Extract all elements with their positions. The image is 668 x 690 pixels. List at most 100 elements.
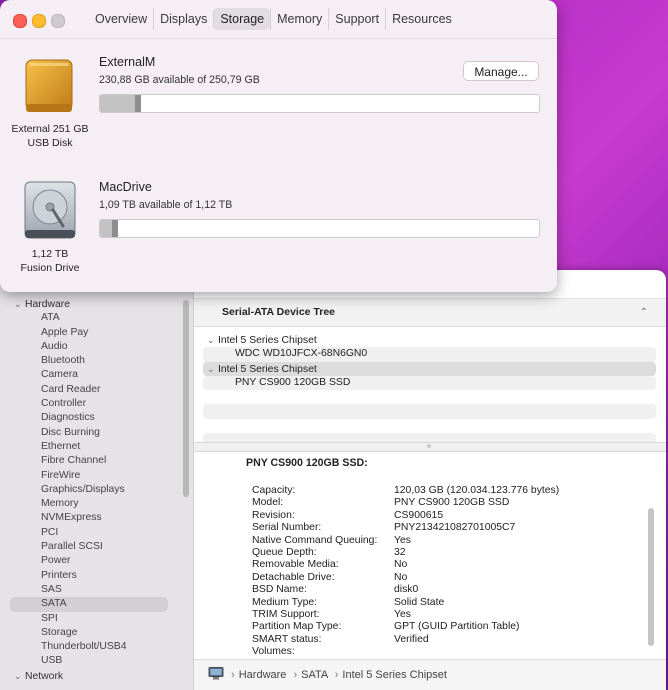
sidebar-item-fibre-channel[interactable]: Fibre Channel — [0, 454, 190, 468]
volume-caption-line2: USB Disk — [27, 137, 73, 149]
chevron-down-icon[interactable]: ⌄ — [207, 333, 218, 347]
detail-value: Solid State — [394, 596, 445, 608]
sidebar-item-audio[interactable]: Audio — [0, 340, 190, 354]
sidebar-item-nvmexpress[interactable]: NVMExpress — [0, 511, 190, 525]
detail-value: Yes — [394, 608, 411, 620]
split-handle[interactable] — [427, 444, 431, 448]
tab-support[interactable]: Support — [328, 8, 385, 30]
detail-row: Native Command Queuing: Yes — [246, 535, 646, 547]
tab-overview[interactable]: Overview — [89, 8, 153, 30]
sidebar-item-sas[interactable]: SAS — [0, 583, 190, 597]
system-information-window: ⌄ Hardware ATA Apple Pay Audio Bluetooth Camer… — [0, 270, 666, 690]
about-this-mac-window: Overview Displays Storage Memory Support Reso… — [0, 0, 557, 292]
close-button[interactable] — [13, 14, 27, 28]
sidebar-item-storage[interactable]: Storage — [0, 626, 190, 640]
path-separator: › — [231, 669, 235, 681]
volume-caption-line2: Fusion Drive — [20, 262, 80, 274]
tab-displays[interactable]: Displays — [153, 8, 213, 30]
path-chipset[interactable]: Intel 5 Series Chipset — [342, 669, 447, 681]
tree-row[interactable]: ⌄ Intel 5 Series Chipset — [203, 361, 656, 376]
tab-storage[interactable]: Storage — [213, 8, 271, 30]
detail-row: Removable Media: No — [246, 559, 646, 571]
detail-row: Revision: CS900615 — [246, 510, 646, 522]
detail-row: Medium Type: Solid State — [246, 597, 646, 609]
chevron-down-icon[interactable]: ⌄ — [14, 669, 25, 683]
device-tree-header[interactable]: Serial-ATA Device Tree ⌃ — [194, 298, 666, 327]
sidebar-item-power[interactable]: Power — [0, 554, 190, 568]
volume-available: 1,09 TB available of 1,12 TB — [99, 199, 233, 211]
sidebar-scrollbar[interactable] — [183, 300, 189, 497]
path-sata[interactable]: SATA — [301, 669, 328, 681]
sidebar-item-parallel-scsi[interactable]: Parallel SCSI — [0, 540, 190, 554]
tree-row[interactable]: ⌄ Intel 5 Series Chipset — [203, 333, 656, 347]
detail-row: SMART status: Verified — [246, 634, 646, 646]
sidebar-list: ⌄ Hardware ATA Apple Pay Audio Bluetooth Camer… — [0, 297, 190, 683]
detail-value: disk0 — [394, 584, 419, 596]
path-separator: › — [334, 669, 339, 681]
sidebar-item-sata[interactable]: SATA — [10, 597, 168, 612]
sidebar-item-ata[interactable]: ATA — [0, 311, 190, 325]
tree-row[interactable]: PNY CS900 120GB SSD — [203, 375, 656, 391]
sidebar-group-hardware[interactable]: ⌄ Hardware — [0, 297, 190, 311]
sidebar-item-disc-burning[interactable]: Disc Burning — [0, 426, 190, 440]
device-tree: ⌄ Intel 5 Series Chipset WDC WD10JFCX-68N6… — [203, 333, 656, 448]
manage-button[interactable]: Manage... — [463, 61, 539, 81]
detail-row: BSD Name: disk0 — [246, 584, 646, 596]
tab-bar: Overview Displays Storage Memory Support Reso… — [89, 8, 458, 30]
title-bar: Overview Displays Storage Memory Support Reso… — [0, 0, 557, 39]
sidebar-group-network[interactable]: ⌄ Network — [0, 669, 190, 683]
detail-row: Partition Map Type: GPT (GUID Partition T… — [246, 621, 646, 633]
minimize-button[interactable] — [32, 14, 46, 28]
sidebar-item-usb[interactable]: USB — [0, 654, 190, 668]
tree-row[interactable]: WDC WD10JFCX-68N6GN0 — [203, 347, 656, 362]
sidebar-item-printers[interactable]: Printers — [0, 569, 190, 583]
tree-row-label: Intel 5 Series Chipset — [218, 335, 317, 346]
chevron-up-icon: ⌃ — [639, 307, 648, 318]
detail-key: TRIM Support: — [252, 608, 320, 620]
detail-value: 32 — [394, 546, 406, 558]
sidebar-item-spi[interactable]: SPI — [0, 612, 190, 626]
volume-name: ExternalM — [99, 55, 156, 69]
detail-key: Volumes: — [252, 646, 295, 658]
sidebar-item-apple-pay[interactable]: Apple Pay — [0, 326, 190, 340]
sidebar-item-camera[interactable]: Camera — [0, 368, 190, 382]
sidebar-item-controller[interactable]: Controller — [0, 397, 190, 411]
sidebar-item-memory[interactable]: Memory — [0, 497, 190, 511]
sidebar-item-ethernet[interactable]: Ethernet — [0, 440, 190, 454]
zoom-button[interactable] — [51, 14, 65, 28]
chevron-down-icon[interactable]: ⌄ — [14, 297, 25, 311]
split-divider[interactable] — [194, 442, 666, 452]
path-separator: › — [293, 669, 298, 681]
detail-key: Revision: — [252, 509, 295, 521]
volume-caption-line1: External 251 GB — [11, 123, 89, 135]
volume-caption-line1: 1,12 TB — [31, 248, 69, 260]
chevron-down-icon[interactable]: ⌄ — [207, 362, 218, 376]
sidebar-item-graphics-displays[interactable]: Graphics/Displays — [0, 483, 190, 497]
main-pane: Serial-ATA Device Tree ⌃ ⌄ Intel 5 Series… — [194, 270, 666, 690]
detail-key: SMART status: — [252, 633, 322, 645]
detail-value: No — [394, 571, 408, 583]
path-bar: › Hardware › SATA › Intel 5 Series Chipset — [194, 659, 666, 690]
detail-row: Detachable Drive: No — [246, 572, 646, 584]
sidebar: ⌄ Hardware ATA Apple Pay Audio Bluetooth Camer… — [0, 270, 194, 690]
sidebar-item-pci[interactable]: PCI — [0, 526, 190, 540]
detail-row: Queue Depth: 32 — [246, 547, 646, 559]
volume-available: 230,88 GB available of 250,79 GB — [99, 74, 260, 86]
detail-key: Partition Map Type: — [252, 621, 342, 633]
sidebar-item-card-reader[interactable]: Card Reader — [0, 383, 190, 397]
storage-bar — [99, 219, 540, 238]
detail-value: 120,03 GB (120.034.123.776 bytes) — [394, 485, 560, 496]
detail-row: Serial Number: PNY213421082701005C7 — [246, 522, 646, 534]
detail-value: GPT (GUID Partition Table) — [394, 621, 520, 633]
sidebar-item-thunderbolt-usb4[interactable]: Thunderbolt/USB4 — [0, 640, 190, 654]
sidebar-item-firewire[interactable]: FireWire — [0, 469, 190, 483]
sidebar-item-bluetooth[interactable]: Bluetooth — [0, 354, 190, 368]
detail-value: PNY CS900 120GB SSD — [394, 497, 510, 509]
device-tree-header-label: Serial-ATA Device Tree — [222, 306, 336, 318]
detail-row: Volumes: — [246, 646, 646, 658]
sidebar-item-diagnostics[interactable]: Diagnostics — [0, 411, 190, 425]
detail-scrollbar[interactable] — [648, 508, 654, 646]
tab-memory[interactable]: Memory — [270, 8, 328, 30]
path-hardware[interactable]: Hardware — [239, 669, 287, 681]
tab-resources[interactable]: Resources — [385, 8, 458, 30]
